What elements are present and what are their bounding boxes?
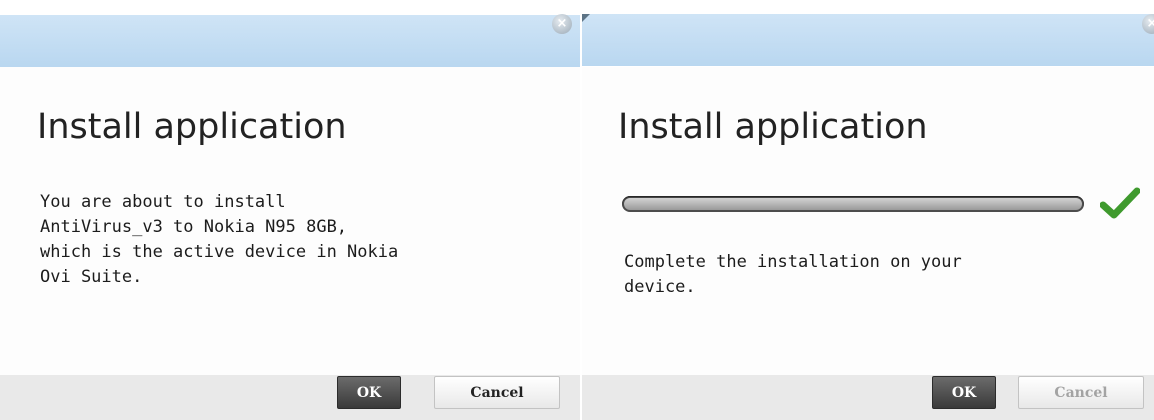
install-status-message: Complete the installation on your device… <box>624 252 962 297</box>
checkmark-icon <box>1100 187 1140 219</box>
ok-button[interactable]: OK <box>932 376 996 409</box>
cancel-button-disabled: Cancel <box>1018 376 1144 409</box>
progress-bar <box>622 196 1084 212</box>
dialog-title: Install application <box>37 107 347 147</box>
install-dialog-confirm: × Install application You are about to i… <box>0 0 580 420</box>
dialog-title: Install application <box>618 107 928 147</box>
dialog-titlebar <box>582 14 1154 66</box>
install-message: You are about to install AntiVirus_v3 to… <box>40 192 399 287</box>
progress-bar-fill <box>624 198 1082 210</box>
ok-button[interactable]: OK <box>337 376 401 409</box>
corner-notch <box>582 14 590 22</box>
install-dialog-progress: × Install application Complete the insta… <box>582 0 1154 420</box>
close-icon[interactable]: × <box>552 14 572 34</box>
dialog-titlebar <box>0 15 580 67</box>
cancel-button[interactable]: Cancel <box>434 376 560 409</box>
